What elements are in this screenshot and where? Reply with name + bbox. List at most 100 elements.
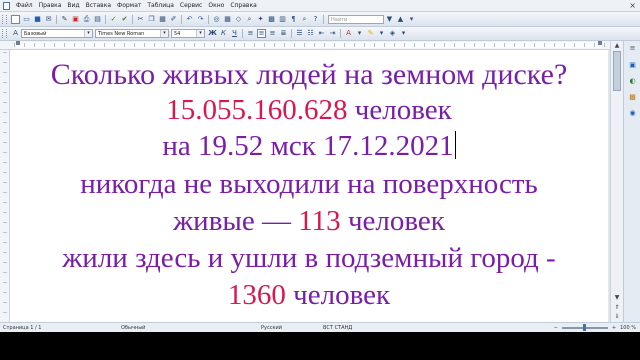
menu-view[interactable]: Вид — [64, 0, 82, 11]
find-replace-icon[interactable]: ⌕ — [245, 15, 254, 24]
paragraph-style-select[interactable]: Базовый ▾ — [21, 29, 93, 38]
spellcheck-icon[interactable]: ✓ — [109, 15, 118, 24]
scroll-up-icon[interactable]: ▲ — [612, 42, 622, 50]
text-line-4: никогда не выходили на поверхность — [10, 168, 608, 201]
undo-icon[interactable]: ↶ — [185, 15, 194, 24]
align-center-icon[interactable]: ≡ — [257, 29, 266, 38]
email-icon[interactable]: ✉ — [44, 15, 53, 24]
new-document-icon[interactable] — [11, 14, 20, 24]
previous-page-icon[interactable]: ⇑ — [612, 304, 622, 312]
clone-formatting-icon[interactable]: ✐ — [169, 15, 178, 24]
properties-icon[interactable]: ▣ — [628, 61, 637, 70]
copy-icon[interactable]: ❐ — [147, 15, 156, 24]
insert-mode-status[interactable]: ВСТ СТАНД — [323, 325, 383, 331]
styles-icon[interactable]: ◐ — [628, 77, 637, 86]
sidebar-menu-icon[interactable]: ≡ — [628, 44, 637, 53]
print-icon[interactable]: ⎙ — [82, 15, 91, 24]
align-right-icon[interactable]: ≡ — [268, 29, 277, 38]
cut-icon[interactable]: ✂ — [136, 15, 145, 24]
numbering-icon[interactable]: ☰ — [295, 29, 304, 38]
redo-icon[interactable]: ↷ — [196, 15, 205, 24]
menu-tools[interactable]: Сервис — [177, 0, 205, 11]
gallery-icon[interactable]: ▩ — [267, 15, 276, 24]
menu-help[interactable]: Справка — [227, 0, 259, 11]
print-preview-icon[interactable]: ▤ — [93, 15, 102, 24]
zoom-slider-thumb[interactable] — [582, 323, 586, 331]
document-icon — [3, 1, 10, 10]
text-line-6: жили здесь и ушли в подземный город - — [10, 242, 608, 275]
zoom-icon[interactable]: ⌕ — [300, 15, 309, 24]
autospellcheck-icon[interactable]: ✔ — [120, 15, 129, 24]
toolbar-separator — [181, 14, 182, 24]
find-previous-icon[interactable]: ▲ — [396, 15, 405, 24]
alive-unit: человек — [340, 205, 445, 237]
zoom-level[interactable]: 100 % — [620, 325, 636, 331]
export-pdf-icon[interactable]: ▣ — [71, 15, 80, 24]
zoom-in-icon[interactable]: + — [612, 325, 616, 331]
never-surfaced-text: никогда не выходили на поверхность — [80, 168, 538, 200]
page-style[interactable]: Обычный — [121, 325, 261, 331]
right-indent-marker[interactable] — [598, 41, 602, 45]
bold-icon[interactable]: Ж — [208, 29, 217, 38]
find-next-icon[interactable]: ▼ — [385, 15, 394, 24]
ruler-ticks — [14, 43, 612, 47]
underline-icon[interactable]: Ч — [230, 29, 239, 38]
departed-number: 1360 — [227, 279, 286, 311]
scrollbar-thumb[interactable] — [613, 51, 621, 91]
show-draw-functions-icon[interactable]: ◇ — [234, 15, 243, 24]
toolbar-separator — [340, 29, 341, 38]
scroll-down-icon[interactable]: ▼ — [612, 294, 622, 302]
navigator-icon[interactable]: ✦ — [256, 15, 265, 24]
next-page-icon[interactable]: ⇓ — [612, 313, 622, 321]
vertical-ruler[interactable] — [0, 50, 10, 322]
align-left-icon[interactable]: ≡ — [246, 29, 255, 38]
highlighting-icon[interactable]: ✎ — [366, 29, 375, 38]
document-page[interactable]: Сколько живых людей на земном диске? 15.… — [10, 50, 608, 322]
paste-icon[interactable]: ▦ — [158, 15, 167, 24]
menu-table[interactable]: Таблица — [144, 0, 177, 11]
zoom-out-icon[interactable]: − — [554, 325, 558, 331]
text-line-5: живые — 113 человек — [10, 205, 608, 238]
zoom-slider[interactable] — [561, 323, 608, 331]
left-indent-marker[interactable] — [16, 41, 20, 45]
italic-icon[interactable]: К — [219, 29, 228, 38]
horizontal-ruler[interactable] — [0, 41, 620, 50]
open-folder-icon[interactable]: ▭ — [22, 15, 31, 24]
font-size-select[interactable]: 54 ▾ — [171, 29, 205, 38]
toolbar-grip[interactable] — [2, 14, 7, 24]
table-icon[interactable]: ▦ — [223, 15, 232, 24]
gallery-sidebar-icon[interactable]: ▩ — [628, 93, 637, 102]
save-icon[interactable]: ■ — [33, 15, 42, 24]
background-color-dropdown-icon[interactable]: ▾ — [399, 29, 408, 38]
font-color-dropdown-icon[interactable]: ▾ — [355, 29, 364, 38]
formatting-marks-icon[interactable]: ¶ — [289, 15, 298, 24]
font-color-icon[interactable]: A — [344, 29, 353, 38]
find-input[interactable]: Найти — [328, 14, 384, 24]
styles-formatting-icon[interactable]: A — [11, 29, 20, 38]
justify-icon[interactable]: ≣ — [279, 29, 288, 38]
help-icon[interactable]: ? — [311, 15, 320, 24]
decrease-indent-icon[interactable]: ⇤ — [317, 29, 326, 38]
edit-file-icon[interactable]: ✎ — [60, 15, 69, 24]
menu-insert[interactable]: Вставка — [83, 0, 114, 11]
vertical-scrollbar[interactable]: ▲ ▼ ⇑ ⇓ — [610, 41, 623, 322]
font-name-select[interactable]: Times New Roman ▾ — [95, 29, 169, 38]
menu-file[interactable]: Файл — [13, 0, 36, 11]
menu-window[interactable]: Окно — [205, 0, 227, 11]
menu-edit[interactable]: Правка — [36, 0, 65, 11]
highlighting-dropdown-icon[interactable]: ▾ — [377, 29, 386, 38]
hyperlink-icon[interactable]: ◎ — [212, 15, 221, 24]
language-status[interactable]: Русский — [261, 325, 323, 331]
navigator-sidebar-icon[interactable]: ◉ — [628, 109, 637, 118]
close-document-icon[interactable]: × — [629, 1, 636, 10]
find-options-icon[interactable]: ▾ — [407, 15, 416, 24]
toolbar-grip[interactable] — [2, 29, 7, 38]
background-color-icon[interactable]: ◈ — [388, 29, 397, 38]
page-count[interactable]: Страница 1 / 1 — [3, 325, 121, 331]
bullets-icon[interactable]: ☷ — [306, 29, 315, 38]
increase-indent-icon[interactable]: ⇥ — [328, 29, 337, 38]
menu-format[interactable]: Формат — [114, 0, 144, 11]
data-sources-icon[interactable]: ▥ — [278, 15, 287, 24]
menu-bar: Файл Правка Вид Вставка Формат Таблица С… — [0, 0, 640, 12]
chevron-down-icon: ▾ — [160, 30, 168, 37]
